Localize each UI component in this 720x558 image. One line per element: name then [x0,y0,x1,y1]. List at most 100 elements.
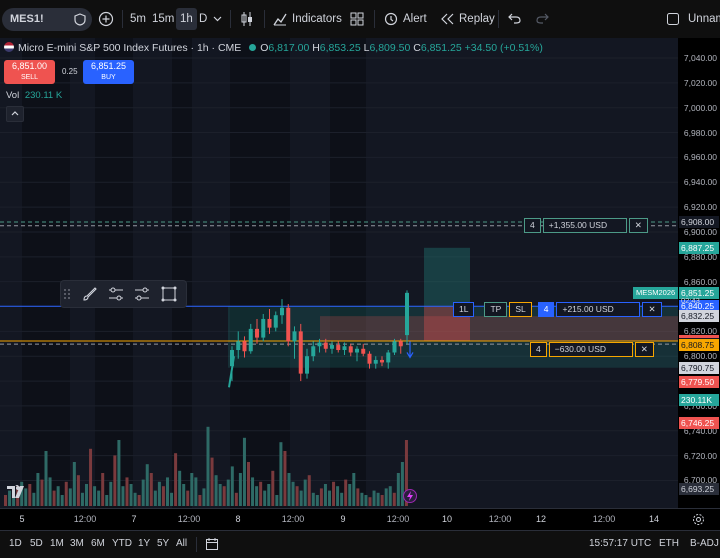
layout-grid-icon[interactable] [350,12,364,26]
candle-body [317,342,322,347]
indicators-button[interactable]: Indicators [292,8,342,30]
range-1m[interactable]: 1M [50,538,64,549]
layout-name[interactable]: Unnam [688,8,720,30]
sl-cancel-button[interactable]: ✕ [634,342,654,357]
bar-countdown: 02:43 [681,295,700,305]
range-all[interactable]: All [176,538,187,549]
interval-15m[interactable]: 15m [152,8,174,30]
time-tick: 14 [648,514,660,524]
shield-icon[interactable] [74,13,86,26]
tp-cancel-button[interactable]: ✕ [628,218,648,233]
volume-bar [344,479,348,506]
adjust-toggle[interactable]: B-ADJ [690,538,719,549]
volume-bar [40,479,44,506]
add-tp-button[interactable]: TP [484,302,508,317]
rectangle-tool-icon[interactable] [160,285,178,303]
sell-button[interactable]: 6,851.00 SELL [4,60,55,84]
volume-bar [263,490,267,506]
volume-bar [117,440,121,506]
interval-5m[interactable]: 5m [130,8,146,30]
time-tick: 12:00 [73,514,97,524]
range-5y[interactable]: 5Y [157,538,169,549]
time-tick: 12:00 [177,514,201,524]
volume-bar [93,486,97,506]
buy-button[interactable]: 6,851.25 BUY [83,60,134,84]
candle-body [311,346,316,357]
alert-button[interactable]: Alert [403,8,427,30]
divider [374,10,375,28]
position-close-button[interactable]: ✕ [642,302,662,317]
price-label: 6,832.25 [679,310,719,323]
replay-button[interactable]: Replay [459,8,495,30]
tradingview-logo[interactable] [7,485,29,499]
chevron-down-icon[interactable] [213,16,222,22]
range-5d[interactable]: 5D [30,538,43,549]
time-tick: 7 [131,514,137,524]
style-settings-icon[interactable] [133,285,151,303]
candle-body [367,353,372,364]
candle-body [298,331,303,374]
high-value: 6,853.25 [319,42,361,54]
volume-bar [133,492,137,506]
range-1d[interactable]: 1D [9,538,22,549]
range-3m[interactable]: 3M [70,538,84,549]
bottom-toolbar: 1D 5D 1M 3M 6M YTD 1Y 5Y All 15:57:17 UT… [0,530,720,558]
price-axis[interactable]: 7,040.00 7,020.00 7,000.00 6,980.00 6,960.00… [678,38,720,508]
calendar-icon[interactable] [205,537,219,551]
lightning-icon[interactable] [403,489,417,503]
layout-checkbox-icon[interactable] [667,13,679,25]
candle-body [305,356,309,374]
volume-bar [295,486,299,506]
volume-bar [32,492,36,506]
take-profit-order[interactable]: 4 +1,355.00 USD ✕ [524,218,650,233]
price-chart[interactable] [0,38,678,508]
chart-pane[interactable]: Micro E-mini S&P 500 Index Futures · 1h … [0,38,678,508]
volume-bar [376,492,380,506]
alert-icon[interactable] [384,12,398,26]
redo-icon[interactable] [536,13,549,24]
collapse-legend-button[interactable] [6,106,24,122]
candle-body [236,341,241,351]
low-value: 6,809.50 [369,42,411,54]
interval-1h[interactable]: 1h [176,8,197,30]
price-tick: 6,900.00 [683,226,717,237]
candle-body [380,359,384,363]
stop-loss-order[interactable]: 4 −630.00 USD ✕ [530,342,656,357]
candle-body [280,307,284,316]
volume-bar [76,475,80,506]
indicators-icon[interactable] [273,12,287,26]
drawing-toolbar [60,280,187,308]
time-axis[interactable]: 5 12:00 7 12:00 8 12:00 9 12:00 10 12:00 12 12:00 14 [0,508,720,531]
replay-icon[interactable] [441,13,454,25]
volume-bar [60,495,64,506]
volume-bar [174,453,178,506]
volume-bar [80,492,84,506]
range-1y[interactable]: 1Y [138,538,150,549]
range-6m[interactable]: 6M [91,538,105,549]
line-settings-icon[interactable] [107,285,125,303]
long-target-zone [424,247,470,307]
price-tick: 6,980.00 [683,127,717,138]
volume-bar [214,475,218,506]
drag-handle-icon[interactable] [63,285,71,303]
interval-d[interactable]: D [199,8,207,30]
position-order[interactable]: 1L TP SL 4 +215.00 USD ✕ [453,302,664,317]
add-symbol-icon[interactable] [98,11,114,27]
sell-price: 6,851.00 [11,61,48,71]
axis-settings-icon[interactable] [692,513,705,526]
range-ytd[interactable]: YTD [112,538,132,549]
session-band [95,38,133,508]
add-sl-button[interactable]: SL [509,302,532,317]
undo-icon[interactable] [508,13,521,24]
price-tick: 6,920.00 [683,202,717,213]
session-toggle[interactable]: ETH [659,538,679,549]
brush-icon[interactable] [81,285,99,303]
candle-body [398,341,403,347]
symbol-search[interactable]: MES1! [2,8,92,31]
symbol-name[interactable]: MES1! [10,8,44,31]
utc-clock[interactable]: 15:57:17 UTC [589,538,651,549]
candle-body [273,315,278,328]
divider [122,10,123,28]
candle-type-icon[interactable] [239,11,255,27]
high-label: H [312,42,320,54]
